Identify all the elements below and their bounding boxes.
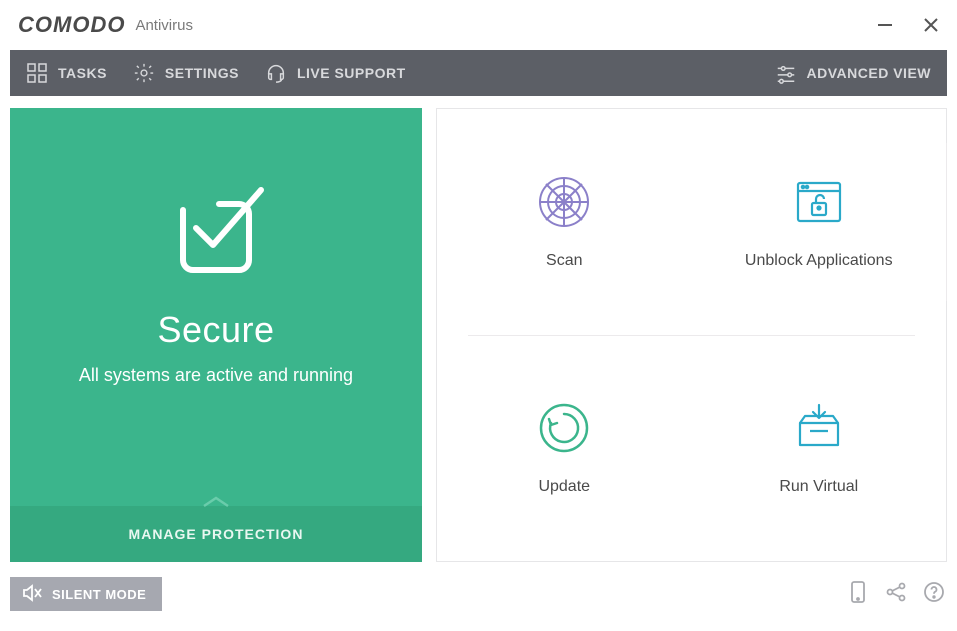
silent-mode-button[interactable]: SILENT MODE bbox=[10, 577, 162, 611]
advanced-view-label: ADVANCED VIEW bbox=[807, 65, 931, 81]
scan-icon bbox=[537, 174, 591, 230]
headset-icon bbox=[265, 62, 287, 84]
toolbar: TASKS SETTINGS LIVE SUPPORT ADVANCE bbox=[10, 50, 947, 96]
secure-check-icon bbox=[161, 170, 271, 285]
unblock-icon bbox=[792, 174, 846, 230]
settings-button[interactable]: SETTINGS bbox=[133, 62, 239, 84]
mobile-icon[interactable] bbox=[847, 581, 869, 603]
tasks-icon bbox=[26, 62, 48, 84]
run-virtual-tile[interactable]: Run Virtual bbox=[692, 335, 947, 561]
share-icon[interactable] bbox=[885, 581, 907, 603]
manage-protection-button[interactable]: MANAGE PROTECTION bbox=[10, 506, 422, 562]
action-tiles: Scan Unblock Applications bbox=[436, 108, 947, 562]
run-virtual-label: Run Virtual bbox=[779, 478, 858, 496]
main-area: Secure All systems are active and runnin… bbox=[0, 96, 957, 572]
scan-label: Scan bbox=[546, 252, 582, 270]
silent-mode-label: SILENT MODE bbox=[52, 587, 146, 602]
speaker-mute-icon bbox=[22, 584, 42, 605]
tasks-button[interactable]: TASKS bbox=[26, 62, 107, 84]
scan-tile[interactable]: Scan bbox=[437, 109, 692, 335]
gear-icon bbox=[133, 62, 155, 84]
live-support-button[interactable]: LIVE SUPPORT bbox=[265, 62, 406, 84]
live-support-label: LIVE SUPPORT bbox=[297, 65, 406, 81]
help-icon[interactable] bbox=[923, 581, 945, 603]
update-tile[interactable]: Update bbox=[437, 335, 692, 561]
status-panel: Secure All systems are active and runnin… bbox=[10, 108, 422, 562]
manage-protection-label: MANAGE PROTECTION bbox=[129, 526, 304, 542]
brand-logo: COMODO bbox=[18, 12, 125, 38]
advanced-view-button[interactable]: ADVANCED VIEW bbox=[775, 62, 931, 84]
unblock-applications-tile[interactable]: Unblock Applications bbox=[692, 109, 947, 335]
sliders-icon bbox=[775, 62, 797, 84]
status-subtitle: All systems are active and running bbox=[79, 365, 353, 386]
titlebar: COMODO Antivirus bbox=[0, 0, 957, 50]
window-controls bbox=[877, 17, 939, 33]
status-title: Secure bbox=[157, 309, 274, 351]
tasks-label: TASKS bbox=[58, 65, 107, 81]
footer-icons bbox=[847, 581, 945, 603]
minimize-button[interactable] bbox=[877, 17, 893, 33]
unblock-label: Unblock Applications bbox=[745, 252, 893, 270]
run-virtual-icon bbox=[792, 400, 846, 456]
settings-label: SETTINGS bbox=[165, 65, 239, 81]
product-name: Antivirus bbox=[135, 17, 193, 34]
footer: SILENT MODE bbox=[0, 572, 957, 612]
update-label: Update bbox=[538, 478, 590, 496]
chevron-up-icon bbox=[201, 494, 231, 513]
close-button[interactable] bbox=[923, 17, 939, 33]
update-icon bbox=[537, 400, 591, 456]
